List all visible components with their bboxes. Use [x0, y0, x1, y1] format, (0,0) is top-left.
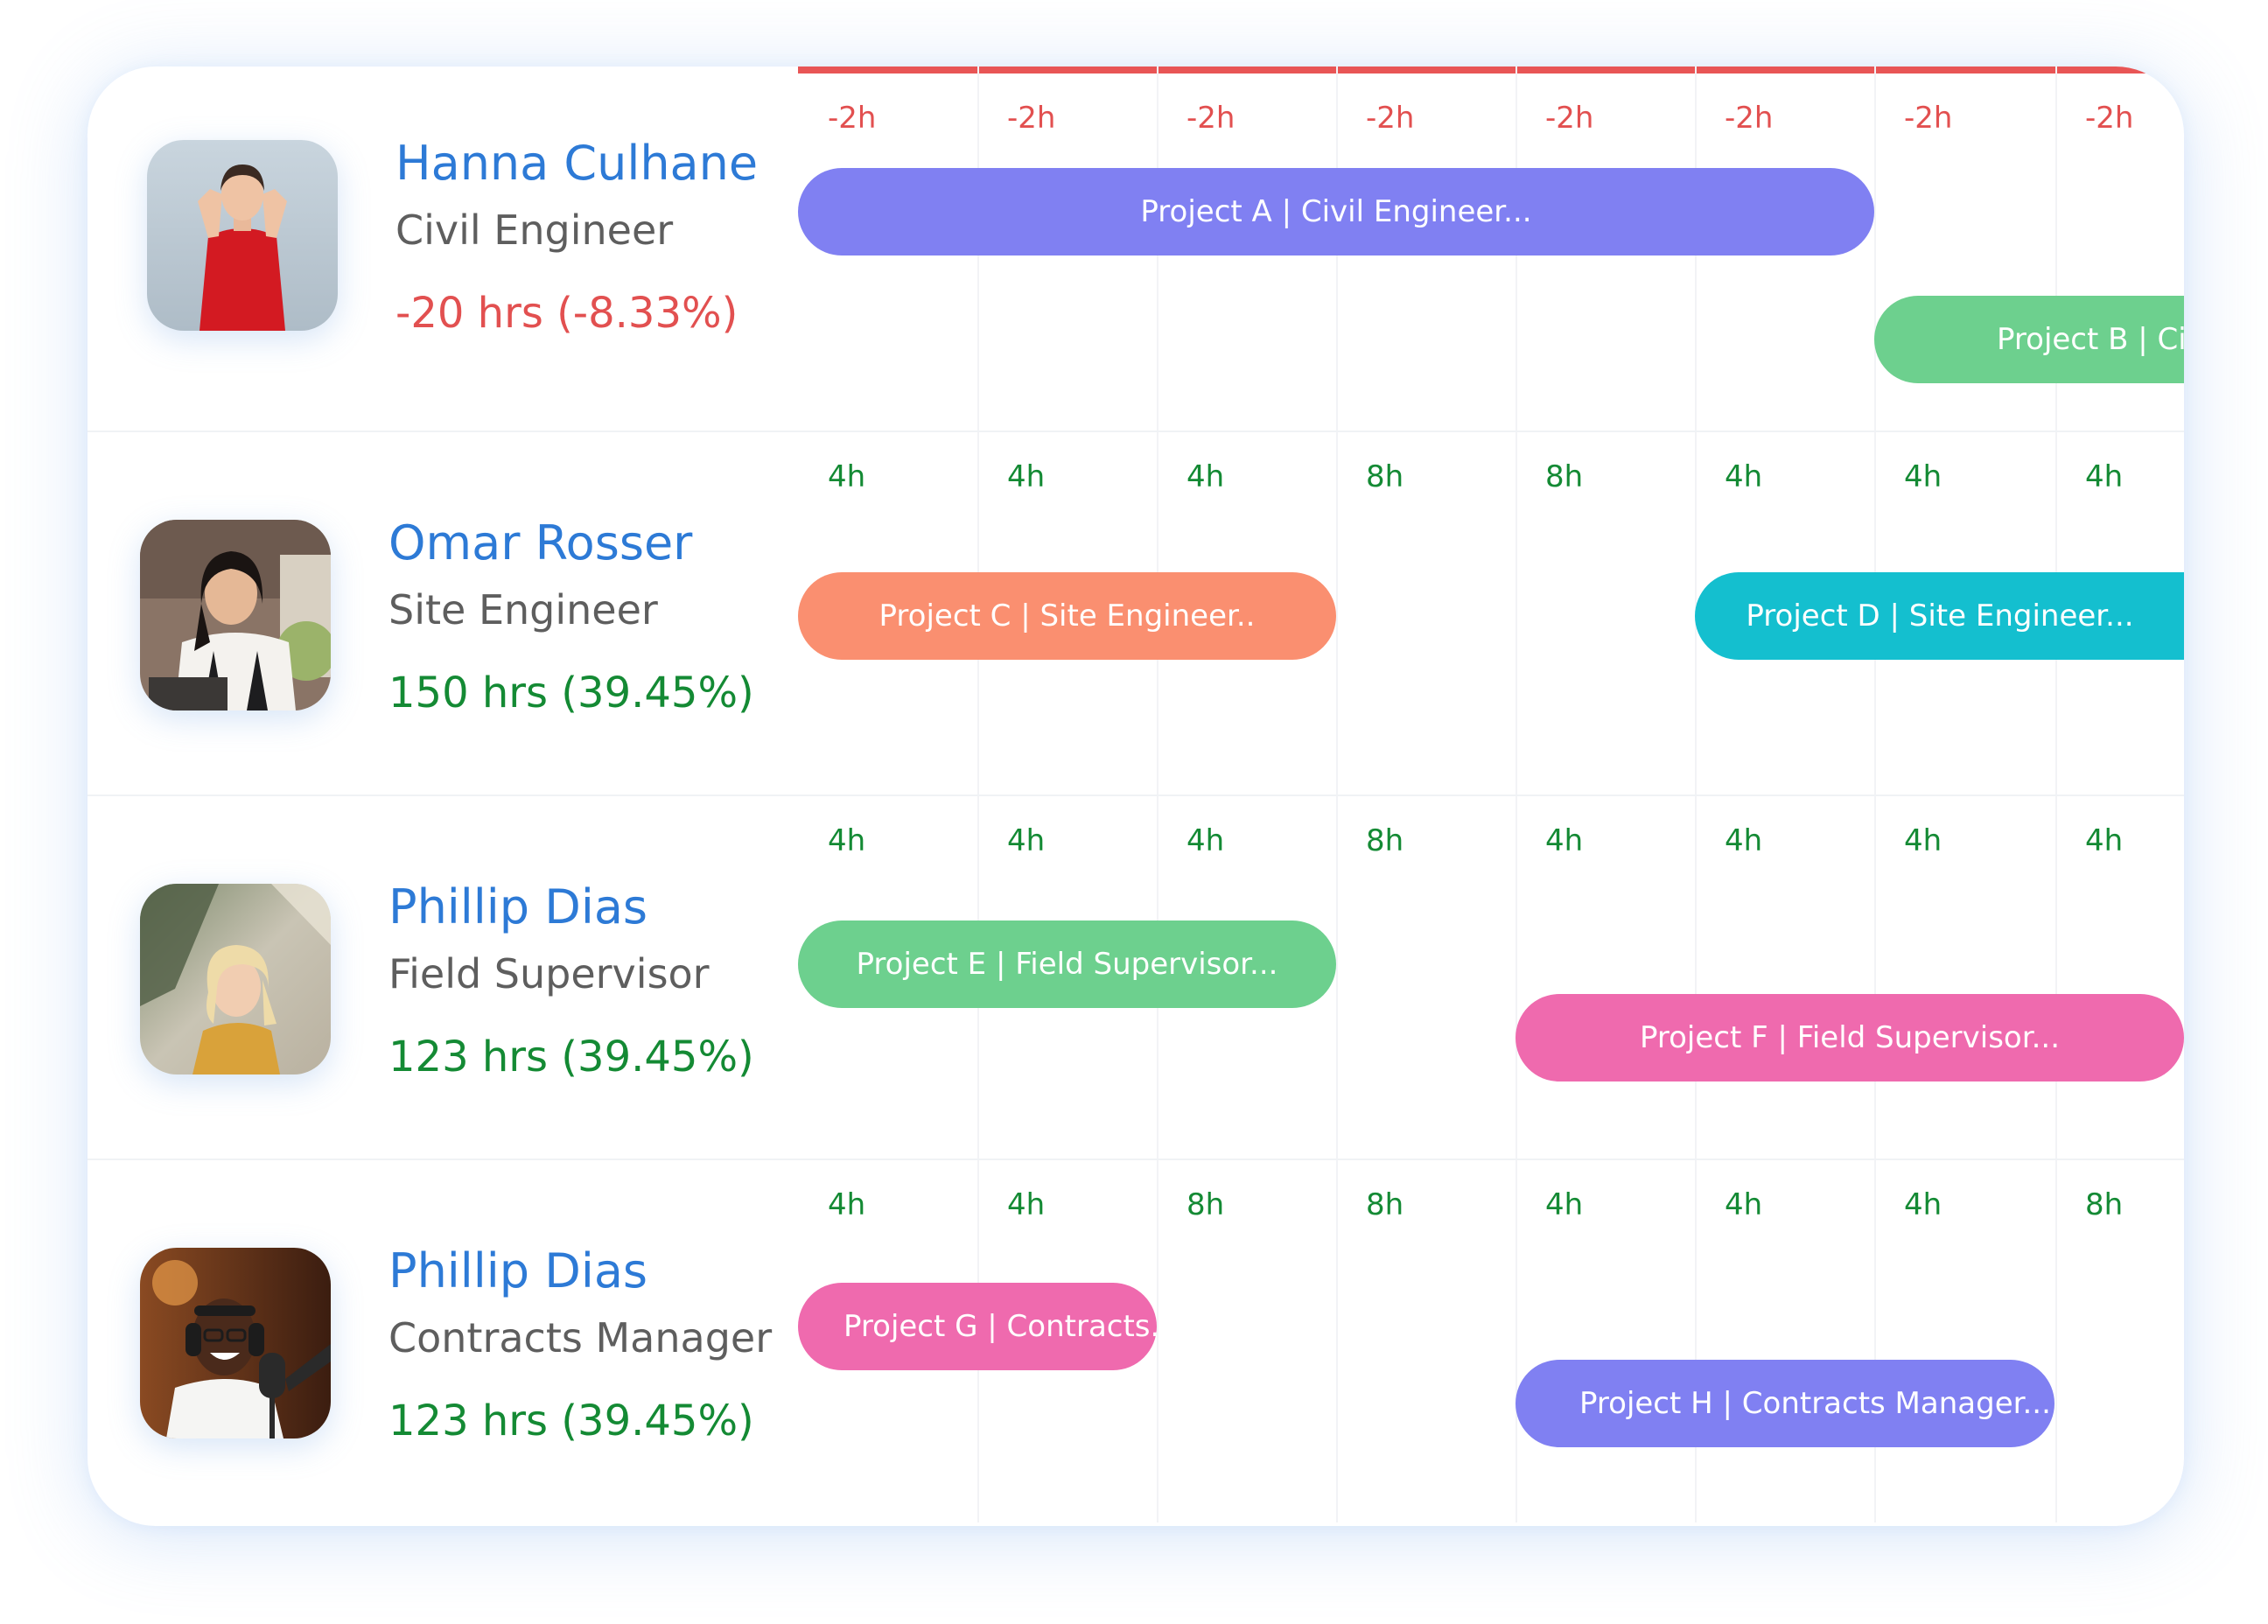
slot-hours: -2h: [1366, 101, 1415, 136]
slot-hours: 4h: [1904, 1187, 1942, 1222]
project-bar-label: Project A | Civil Engineer...: [1140, 194, 1532, 229]
slot-hours: -2h: [1904, 101, 1953, 136]
slot-hours: 4h: [1904, 459, 1942, 494]
timeline-gridline: [2055, 796, 2057, 1158]
timeline-gridline: [1336, 796, 1338, 1158]
project-bar[interactable]: Project H | Contracts Manager...: [1516, 1360, 2054, 1447]
timeline-gridline: [1516, 1160, 1517, 1522]
slot-hours: -2h: [1545, 101, 1594, 136]
project-bar-label: Project D | Site Engineer...: [1746, 598, 2134, 634]
timeline-gridline: [1874, 66, 1876, 430]
woman-smiling-kitchen-photo-icon: [140, 520, 331, 710]
slot-hours: 4h: [1545, 823, 1584, 858]
resource-schedule-card: Hanna Culhane Civil Engineer -20 hrs (-8…: [88, 66, 2184, 1526]
timeline: 4h 4h 4h 8h 8h 4h 4h 4h Project C | Site…: [798, 432, 2184, 794]
resource-profile: Phillip Dias Contracts Manager 123 hrs (…: [88, 1160, 798, 1522]
slot-hours: 4h: [1904, 823, 1942, 858]
person-name[interactable]: Omar Rosser: [388, 520, 692, 567]
resource-profile: Phillip Dias Field Supervisor 123 hrs (3…: [88, 796, 798, 1158]
timeline: 4h 4h 8h 8h 4h 4h 4h 8h Project G | Cont…: [798, 1160, 2184, 1522]
timeline-gridline: [1336, 432, 1338, 794]
woman-blonde-outdoor-photo-icon: [140, 884, 331, 1074]
timeline-gridline: [1695, 1160, 1697, 1522]
resource-row: Hanna Culhane Civil Engineer -20 hrs (-8…: [88, 66, 2184, 430]
project-bar-label: Project F | Field Supervisor...: [1639, 1020, 2061, 1055]
project-bar-label: Project C | Site Engineer..: [878, 598, 1256, 634]
resource-profile: Omar Rosser Site Engineer 150 hrs (39.45…: [88, 432, 798, 794]
slot-hours: 4h: [828, 1187, 866, 1222]
project-bar[interactable]: Project D | Site Engineer...: [1695, 572, 2184, 660]
avatar[interactable]: [147, 140, 338, 331]
person-name[interactable]: Phillip Dias: [388, 884, 648, 931]
timeline: 4h 4h 4h 8h 4h 4h 4h 4h Project E | Fiel…: [798, 796, 2184, 1158]
person-role: Site Engineer: [388, 586, 658, 634]
project-bar-label: Project B | Civil Engineer...: [1997, 322, 2184, 357]
slot-hours: 8h: [1366, 823, 1404, 858]
slot-hours: -2h: [2085, 101, 2134, 136]
person-role: Field Supervisor: [388, 950, 710, 998]
project-bar-label: Project E | Field Supervisor...: [856, 947, 1278, 982]
slot-hours: 4h: [828, 459, 866, 494]
project-bar-label: Project G | Contracts..: [844, 1309, 1157, 1344]
slot-hours: -2h: [828, 101, 877, 136]
project-bar[interactable]: Project A | Civil Engineer...: [798, 168, 1874, 256]
slot-hours: 8h: [1186, 1187, 1225, 1222]
hours-summary: -20 hrs (-8.33%): [396, 289, 738, 338]
slot-hours: 4h: [1007, 1187, 1046, 1222]
slot-hours: -2h: [1007, 101, 1056, 136]
project-bar[interactable]: Project F | Field Supervisor...: [1516, 994, 2184, 1082]
resource-row: Omar Rosser Site Engineer 150 hrs (39.45…: [88, 430, 2184, 794]
timeline-gridline: [1695, 796, 1697, 1158]
project-bar[interactable]: Project C | Site Engineer..: [798, 572, 1336, 660]
person-name[interactable]: Phillip Dias: [388, 1248, 648, 1295]
project-bar[interactable]: Project E | Field Supervisor...: [798, 920, 1336, 1008]
hours-summary: 123 hrs (39.45%): [388, 1032, 754, 1082]
person-name[interactable]: Hanna Culhane: [396, 140, 758, 187]
slot-hours: -2h: [1725, 101, 1774, 136]
slot-hours: 8h: [1366, 1187, 1404, 1222]
slot-hours: 8h: [1366, 459, 1404, 494]
slot-hours: 4h: [2085, 459, 2124, 494]
timeline-gridline: [1874, 1160, 1876, 1522]
slot-hours: 4h: [1725, 459, 1763, 494]
resource-row: Phillip Dias Field Supervisor 123 hrs (3…: [88, 794, 2184, 1158]
timeline-gridline: [1516, 796, 1517, 1158]
hours-summary: 150 hrs (39.45%): [388, 668, 754, 718]
man-headphones-microphone-photo-icon: [140, 1248, 331, 1438]
slot-hours: -2h: [1186, 101, 1236, 136]
resource-row: Phillip Dias Contracts Manager 123 hrs (…: [88, 1158, 2184, 1522]
slot-hours: 4h: [1725, 1187, 1763, 1222]
slot-hours: 8h: [1545, 459, 1584, 494]
avatar[interactable]: [140, 884, 331, 1074]
timeline-gridline: [1336, 1160, 1338, 1522]
timeline-gridline: [1157, 1160, 1158, 1522]
slot-hours: 4h: [1186, 459, 1225, 494]
timeline: -2h -2h -2h -2h -2h -2h -2h -2h Project …: [798, 66, 2184, 430]
slot-hours: 4h: [1007, 823, 1046, 858]
slot-hours: 4h: [1007, 459, 1046, 494]
slot-hours: 8h: [2085, 1187, 2124, 1222]
project-bar[interactable]: Project G | Contracts..: [798, 1283, 1157, 1370]
slot-hours: 4h: [1545, 1187, 1584, 1222]
project-bar[interactable]: Project B | Civil Engineer...: [1874, 296, 2184, 383]
resource-profile: Hanna Culhane Civil Engineer -20 hrs (-8…: [88, 66, 798, 430]
slot-hours: 4h: [1186, 823, 1225, 858]
person-role: Civil Engineer: [396, 206, 674, 254]
timeline-gridline: [1516, 432, 1517, 794]
timeline-gridline: [1874, 796, 1876, 1158]
slot-hours: 4h: [2085, 823, 2124, 858]
person-role: Contracts Manager: [388, 1314, 773, 1362]
project-bar-label: Project H | Contracts Manager...: [1579, 1386, 2051, 1421]
hours-summary: 123 hrs (39.45%): [388, 1396, 754, 1446]
timeline-gridline: [2055, 1160, 2057, 1522]
avatar[interactable]: [140, 1248, 331, 1438]
slot-hours: 4h: [828, 823, 866, 858]
avatar[interactable]: [140, 520, 331, 710]
slot-hours: 4h: [1725, 823, 1763, 858]
woman-red-top-photo-icon: [147, 140, 338, 331]
